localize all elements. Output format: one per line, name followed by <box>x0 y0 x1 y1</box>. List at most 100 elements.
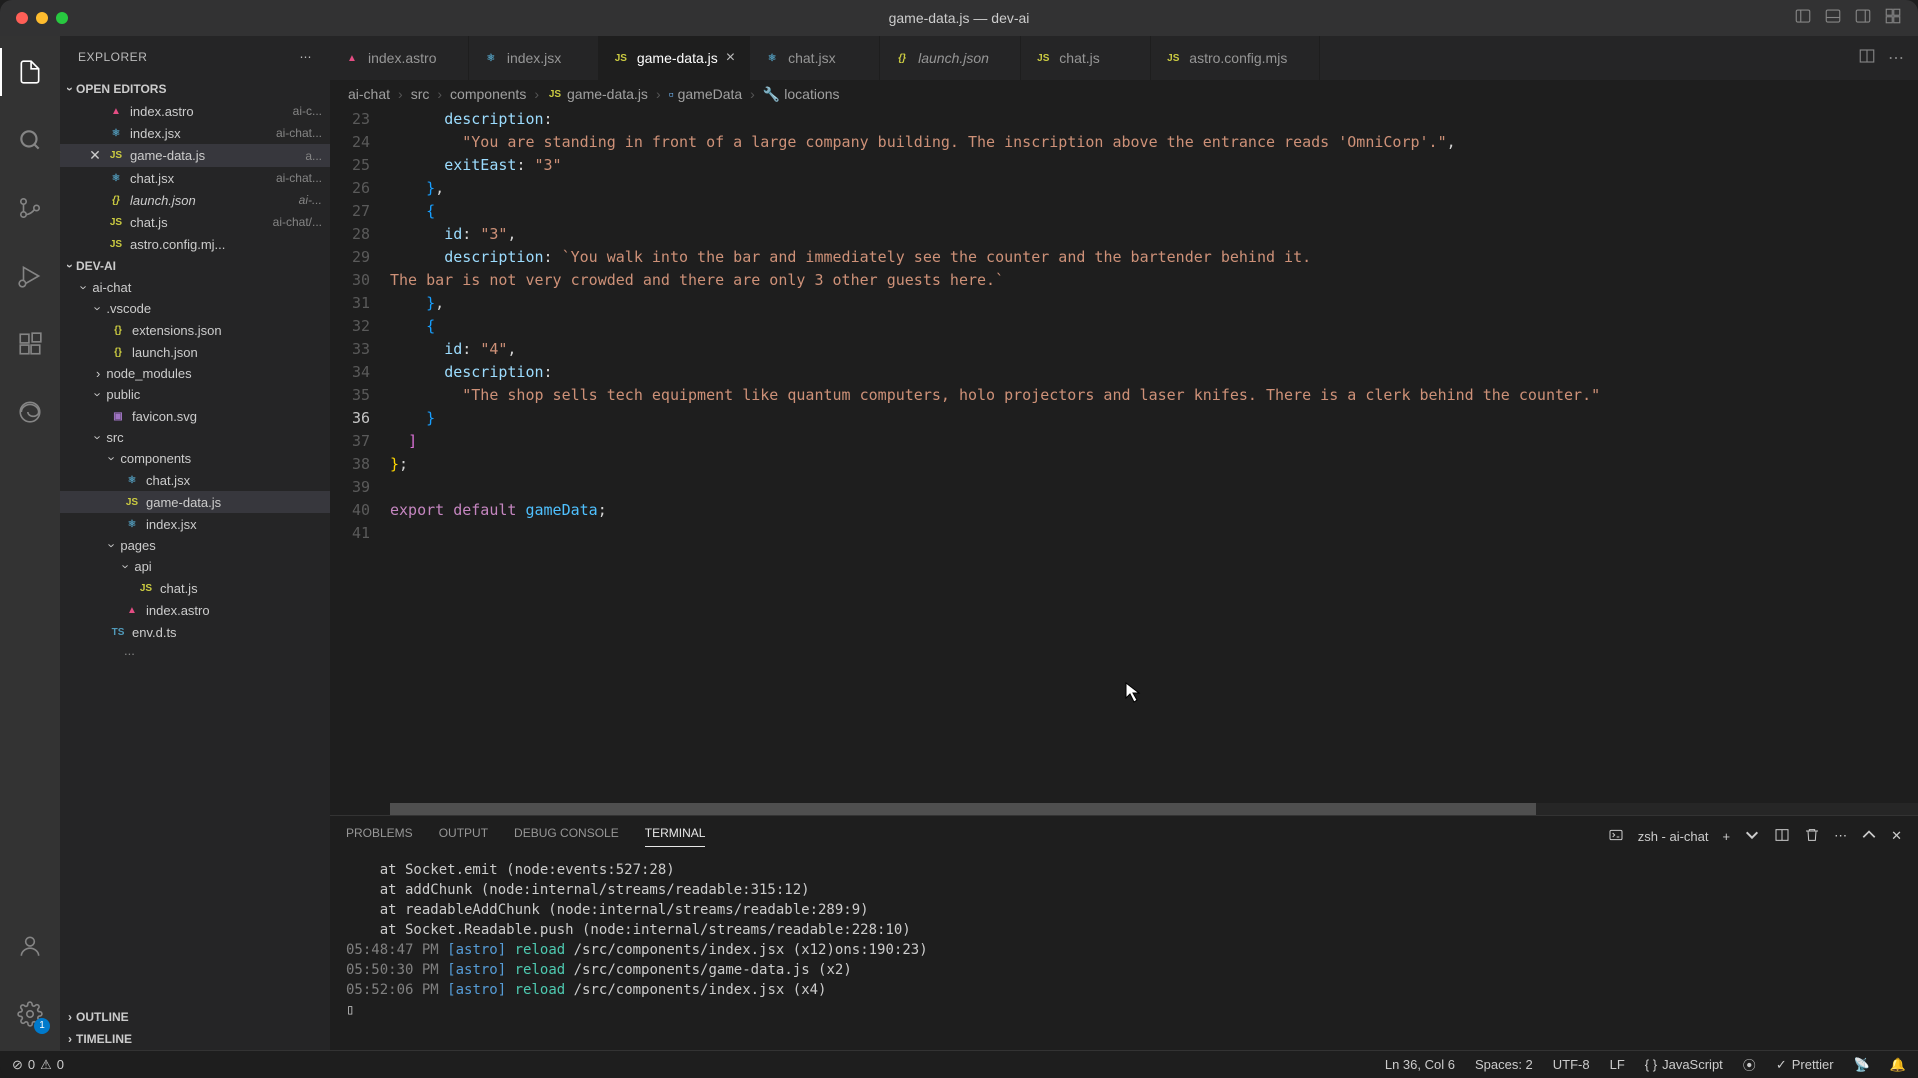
timeline-header[interactable]: › TIMELINE <box>60 1028 330 1050</box>
file-env-d-ts[interactable]: TSenv.d.ts <box>60 621 330 643</box>
outline-header[interactable]: › OUTLINE <box>60 1006 330 1028</box>
folder-api[interactable]: ›api <box>60 556 330 577</box>
run-debug-icon[interactable] <box>6 252 54 300</box>
folder-src[interactable]: ›src <box>60 427 330 448</box>
close-panel-icon[interactable]: ✕ <box>1891 828 1902 844</box>
maximize-panel-icon[interactable] <box>1861 827 1877 846</box>
file-game-data-js[interactable]: JSgame-data.js <box>60 491 330 513</box>
tab-output[interactable]: OUTPUT <box>439 826 488 846</box>
editor-tab[interactable]: JSchat.js× <box>1021 36 1151 80</box>
new-terminal-icon[interactable]: + <box>1723 829 1731 844</box>
layout-grid-icon[interactable] <box>1884 7 1902 30</box>
folder-pages[interactable]: ›pages <box>60 535 330 556</box>
more-icon[interactable]: ⋯ <box>300 50 313 64</box>
chevron-down-icon: › <box>63 87 77 91</box>
editor-tabs: ▲index.astro×⚛index.jsx×JSgame-data.js×⚛… <box>330 36 1918 80</box>
horizontal-scrollbar[interactable] <box>390 803 1918 815</box>
open-editor-item[interactable]: ✕JSgame-data.js a... <box>60 144 330 167</box>
open-editors-header[interactable]: › OPEN EDITORS <box>60 78 330 100</box>
editor-tab[interactable]: ⚛index.jsx× <box>469 36 599 80</box>
file-chat-js[interactable]: JSchat.js <box>60 577 330 599</box>
account-icon[interactable] <box>6 922 54 970</box>
open-editor-item[interactable]: {}launch.json ai-... <box>60 189 330 211</box>
folder-node-modules[interactable]: ›node_modules <box>60 363 330 384</box>
split-terminal-icon[interactable] <box>1774 827 1790 846</box>
close-icon[interactable]: × <box>726 49 735 67</box>
warning-icon: ⚠ <box>40 1057 52 1073</box>
error-icon: ⊘ <box>12 1057 23 1073</box>
file-index-jsx[interactable]: ⚛index.jsx <box>60 513 330 535</box>
panel-more-icon[interactable]: ⋯ <box>1834 828 1847 844</box>
tree-more: ... <box>60 643 330 658</box>
tab-more-icon[interactable]: ⋯ <box>1888 48 1904 68</box>
window-maximize-icon[interactable] <box>56 12 68 24</box>
status-prettier-icon[interactable]: ⦿ <box>1743 1055 1756 1074</box>
terminal-output[interactable]: at Socket.emit (node:events:527:28) at a… <box>330 856 1918 1050</box>
window-minimize-icon[interactable] <box>36 12 48 24</box>
status-encoding[interactable]: UTF-8 <box>1553 1057 1590 1072</box>
open-editor-item[interactable]: ⚛index.jsx ai-chat... <box>60 122 330 144</box>
folder-public[interactable]: ›public <box>60 384 330 405</box>
editor-tab[interactable]: ⚛chat.jsx× <box>750 36 880 80</box>
status-prettier[interactable]: ✓Prettier <box>1776 1057 1834 1073</box>
layout-right-icon[interactable] <box>1854 7 1872 30</box>
split-editor-icon[interactable] <box>1858 47 1876 70</box>
status-feedback-icon[interactable]: 📡 <box>1854 1057 1870 1073</box>
status-bell-icon[interactable]: 🔔 <box>1890 1057 1906 1073</box>
status-language[interactable]: { }JavaScript <box>1645 1057 1723 1072</box>
open-editor-item[interactable]: ⚛chat.jsx ai-chat... <box>60 167 330 189</box>
prettier-check-icon: ⦿ <box>1743 1055 1756 1074</box>
titlebar: game-data.js — dev-ai <box>0 0 1918 36</box>
editor-tab[interactable]: ▲index.astro× <box>330 36 469 80</box>
open-editor-item[interactable]: JSchat.js ai-chat/... <box>60 211 330 233</box>
bottom-panel: PROBLEMS OUTPUT DEBUG CONSOLE TERMINAL z… <box>330 815 1918 1050</box>
edge-icon[interactable] <box>6 388 54 436</box>
status-position[interactable]: Ln 36, Col 6 <box>1385 1057 1455 1072</box>
file-index-astro[interactable]: ▲index.astro <box>60 599 330 621</box>
open-editor-item[interactable]: ▲index.astro ai-c... <box>60 100 330 122</box>
terminal-profile-icon[interactable] <box>1608 827 1624 846</box>
file-favicon[interactable]: ▣favicon.svg <box>60 405 330 427</box>
shell-label[interactable]: zsh - ai-chat <box>1638 829 1709 844</box>
chevron-right-icon: › <box>68 1010 72 1024</box>
search-icon[interactable] <box>6 116 54 164</box>
code-editor[interactable]: 23242526272829303132333435363738394041 d… <box>330 108 1918 815</box>
layout-bottom-icon[interactable] <box>1824 7 1842 30</box>
editor-tab[interactable]: JSgame-data.js× <box>599 36 750 80</box>
file-extensions-json[interactable]: {}extensions.json <box>60 319 330 341</box>
terminal-dropdown-icon[interactable] <box>1744 827 1760 846</box>
file-launch-json[interactable]: {}launch.json <box>60 341 330 363</box>
layout-left-icon[interactable] <box>1794 7 1812 30</box>
settings-gear-icon[interactable]: 1 <box>6 990 54 1038</box>
window-close-icon[interactable] <box>16 12 28 24</box>
folder-vscode[interactable]: ›.vscode <box>60 298 330 319</box>
kill-terminal-icon[interactable] <box>1804 827 1820 846</box>
editor-tab[interactable]: JSastro.config.mjs× <box>1151 36 1319 80</box>
settings-badge: 1 <box>34 1018 50 1034</box>
sidebar: EXPLORER ⋯ › OPEN EDITORS ▲index.astro a… <box>60 36 330 1050</box>
status-eol[interactable]: LF <box>1610 1057 1625 1072</box>
source-control-icon[interactable] <box>6 184 54 232</box>
tab-problems[interactable]: PROBLEMS <box>346 826 413 846</box>
status-spaces[interactable]: Spaces: 2 <box>1475 1057 1533 1072</box>
file-chat-jsx[interactable]: ⚛chat.jsx <box>60 469 330 491</box>
check-icon: ✓ <box>1776 1057 1787 1073</box>
status-bar: ⊘0⚠0 Ln 36, Col 6 Spaces: 2 UTF-8 LF { }… <box>0 1050 1918 1078</box>
folder-ai-chat[interactable]: ›ai-chat <box>60 277 330 298</box>
main-area: ▲index.astro×⚛index.jsx×JSgame-data.js×⚛… <box>330 36 1918 1050</box>
workspace-header[interactable]: › DEV-AI <box>60 255 330 277</box>
open-editor-item[interactable]: JSastro.config.mj... <box>60 233 330 255</box>
window-title: game-data.js — dev-ai <box>889 10 1030 26</box>
chevron-right-icon: › <box>68 1032 72 1046</box>
tab-debug-console[interactable]: DEBUG CONSOLE <box>514 826 619 846</box>
extensions-icon[interactable] <box>6 320 54 368</box>
editor-tab[interactable]: {}launch.json× <box>880 36 1021 80</box>
explorer-icon[interactable] <box>6 48 54 96</box>
breadcrumbs[interactable]: ai-chat› src› components› JSgame-data.js… <box>330 80 1918 108</box>
sidebar-title: EXPLORER <box>78 50 147 64</box>
status-errors[interactable]: ⊘0⚠0 <box>12 1057 64 1073</box>
folder-components[interactable]: ›components <box>60 448 330 469</box>
activity-bar: 1 <box>0 36 60 1050</box>
tab-terminal[interactable]: TERMINAL <box>645 826 706 847</box>
chevron-down-icon: › <box>63 264 77 268</box>
